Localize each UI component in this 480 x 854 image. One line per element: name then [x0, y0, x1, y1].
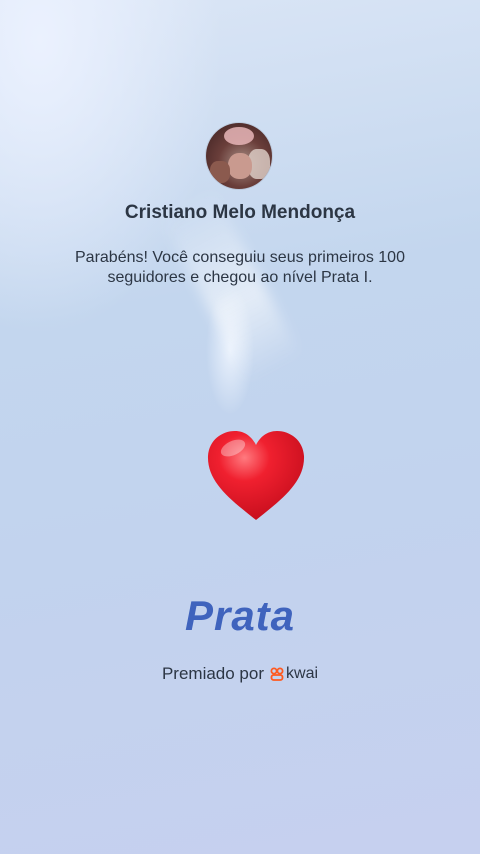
kwai-brand-name: kwai [286, 665, 319, 682]
avatar-detail [210, 161, 230, 183]
achievement-message: Parabéns! Você conseguiu seus primeiros … [75, 249, 405, 286]
heart-icon [207, 431, 305, 520]
avatar-detail [228, 153, 252, 179]
awarded-by: Premiado por kwai [0, 664, 480, 684]
achievement-screen: Cristiano Melo Mendonça Parabéns! Você c… [0, 0, 480, 854]
awarded-by-label: Premiado por [161, 664, 265, 683]
level-name: Prata [184, 592, 296, 639]
kwai-logo-icon [270, 667, 284, 681]
user-name: Cristiano Melo Mendonça [124, 202, 356, 223]
kwai-brand: kwai [270, 665, 318, 683]
avatar-detail [224, 127, 254, 145]
avatar[interactable] [206, 123, 272, 189]
